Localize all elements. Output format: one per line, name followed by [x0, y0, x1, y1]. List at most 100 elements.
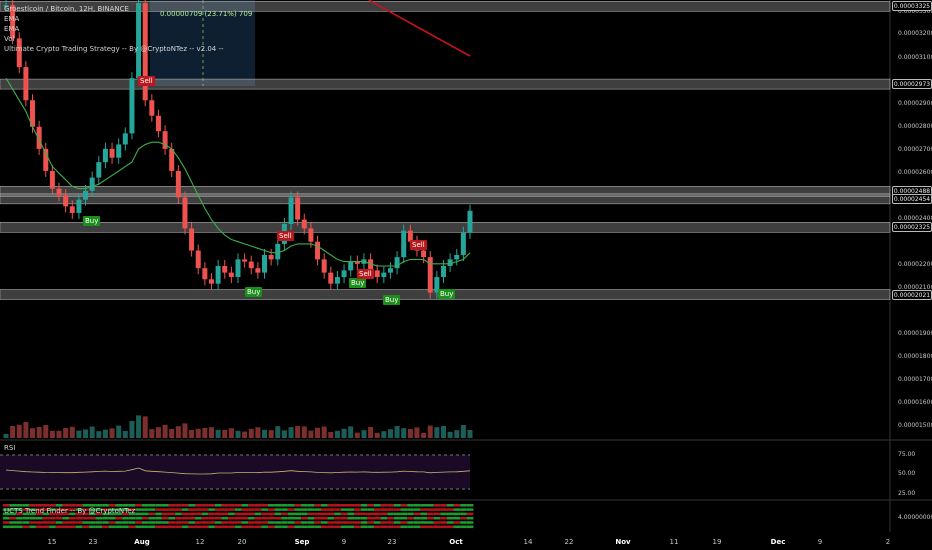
trend-cell	[221, 521, 229, 524]
candle	[308, 228, 314, 242]
trend-cell	[420, 521, 427, 524]
trend-cell	[241, 508, 249, 511]
volume-bar	[116, 425, 122, 438]
trend-cell	[175, 508, 182, 511]
trend-cell	[320, 508, 328, 511]
trend-cell	[82, 525, 89, 529]
trend-cell	[400, 504, 408, 507]
volume-bar	[182, 423, 188, 438]
trend-cell	[195, 508, 202, 511]
candle	[122, 133, 128, 145]
strategy-indicator-label[interactable]: Ultimate Crypto Trading Strategy -- By @…	[4, 44, 224, 54]
volume-bar	[381, 431, 387, 438]
volume-bar	[195, 428, 201, 438]
trend-cell	[287, 516, 295, 520]
sr-zone	[0, 193, 891, 205]
trend-cell	[380, 516, 388, 520]
trend-cell	[453, 504, 461, 507]
volume-bar	[69, 426, 75, 438]
volume-bar	[454, 430, 460, 438]
trend-cell	[281, 521, 288, 524]
trend-cell	[142, 508, 149, 511]
trend-cell	[2, 525, 10, 529]
trend-cell	[168, 516, 176, 520]
candle	[208, 279, 214, 284]
trend-cell	[108, 516, 116, 520]
trend-cell	[334, 508, 341, 511]
volume-bar	[288, 427, 294, 438]
trend-cell	[267, 512, 275, 516]
rsi-indicator-label[interactable]: RSI	[4, 444, 15, 452]
candle	[387, 268, 393, 273]
trend-cell	[440, 508, 447, 511]
trend-cell	[294, 516, 302, 520]
trend-cell	[228, 516, 235, 520]
volume-bar	[109, 428, 115, 438]
trend-cell	[9, 521, 17, 524]
time-tick-label: 12	[195, 538, 205, 546]
ema-indicator-label-2[interactable]: EMA	[4, 24, 224, 34]
trend-cell	[254, 521, 262, 524]
price-tick-label: 0.00001600	[898, 399, 932, 406]
trend-cell	[354, 512, 361, 516]
trend-cell	[460, 525, 467, 529]
volume-bar	[16, 424, 22, 438]
trend-cell	[440, 521, 447, 524]
trend-cell	[221, 525, 229, 529]
candle	[49, 170, 55, 189]
trend-cell	[75, 521, 83, 524]
volume-bar	[255, 427, 261, 438]
trend-cell	[214, 504, 222, 507]
trend-cell	[387, 504, 394, 507]
sr-zone	[0, 222, 891, 233]
trend-cell	[108, 525, 116, 529]
trend-cell	[367, 525, 374, 529]
trend-cell	[148, 508, 156, 511]
trend-cell	[460, 521, 467, 524]
trend-cell	[195, 512, 202, 516]
trend-cell	[413, 525, 421, 529]
candle	[222, 266, 228, 273]
trend-cell	[354, 516, 361, 520]
trend-cell	[161, 525, 169, 529]
trend-cell	[367, 508, 374, 511]
candle	[401, 230, 407, 258]
volume-bar	[102, 429, 108, 438]
trend-cell	[254, 512, 262, 516]
volume-indicator-label[interactable]: Vol	[4, 34, 224, 44]
time-tick-label: Oct	[449, 538, 463, 546]
trend-cell	[327, 504, 335, 507]
volume-bar	[242, 431, 248, 438]
trend-cell	[446, 525, 454, 529]
candle	[228, 272, 234, 278]
candle	[328, 272, 334, 284]
trend-cell	[393, 512, 401, 516]
trend-cell	[281, 508, 288, 511]
trend-cell	[393, 504, 401, 507]
volume-bar	[36, 427, 42, 438]
ucts-indicator-label[interactable]: UCTS Trend Finder -- By @CryptoNTez	[4, 507, 135, 515]
price-tick-label: 0.00001800	[898, 353, 932, 360]
time-tick-label: 14	[523, 538, 533, 546]
trend-cell	[214, 508, 222, 511]
trend-cell	[175, 525, 182, 529]
main-pane	[0, 0, 890, 440]
candle	[109, 148, 115, 158]
trend-cell	[95, 525, 103, 529]
trend-cell	[228, 508, 235, 511]
time-tick-label: Nov	[615, 538, 631, 546]
trend-cell	[393, 508, 401, 511]
volume-bar	[374, 432, 380, 438]
rsi-tick-label: 75.00	[898, 451, 916, 458]
trend-cell	[413, 512, 421, 516]
trend-cell	[102, 516, 109, 520]
trend-cell	[135, 521, 142, 524]
sell-signal-marker: Sell	[138, 76, 155, 86]
trend-cell	[69, 525, 76, 529]
trend-cell	[148, 512, 156, 516]
trend-cell	[374, 512, 381, 516]
trend-cell	[248, 504, 255, 507]
volume-bar	[361, 430, 367, 438]
price-level-badge: 0.00002973	[892, 79, 932, 90]
time-tick-label: 15	[47, 538, 57, 546]
